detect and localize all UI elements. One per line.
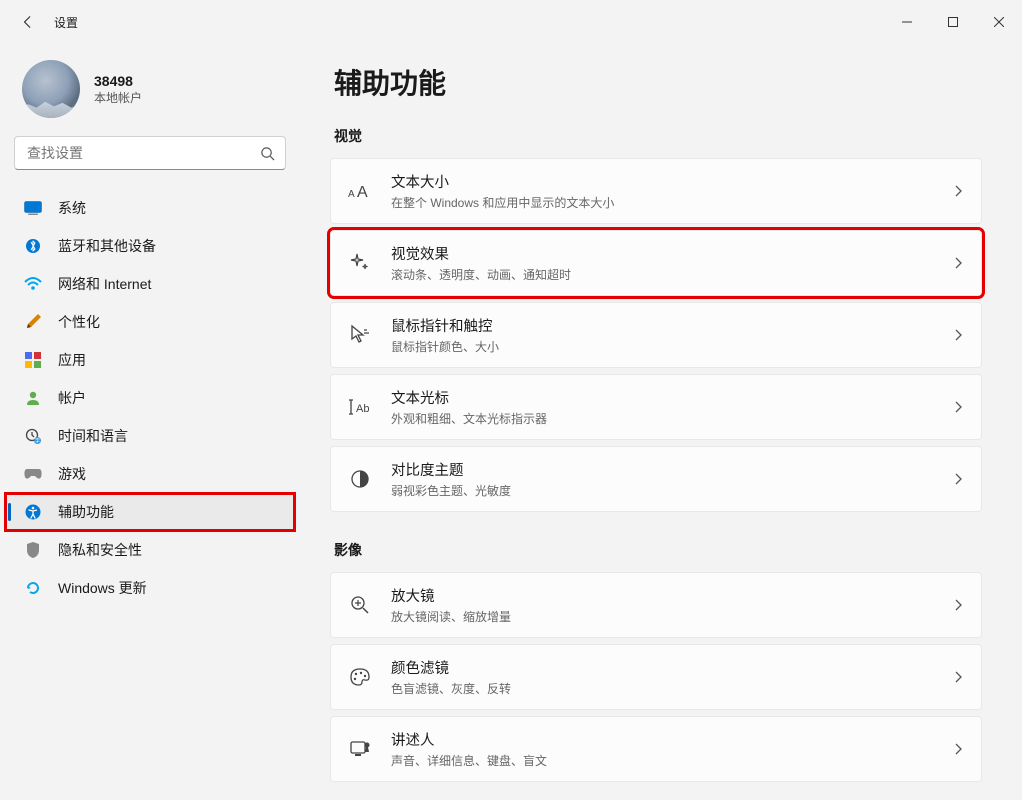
- update-icon: [24, 579, 42, 597]
- svg-text:A: A: [357, 184, 368, 200]
- shield-icon: [24, 541, 42, 559]
- chevron-right-icon: [953, 184, 963, 198]
- card-title: 讲述人: [391, 729, 953, 750]
- sidebar-item-network[interactable]: 网络和 Internet: [6, 266, 294, 302]
- card-desc: 放大镜阅读、缩放增量: [391, 608, 953, 625]
- card-desc: 鼠标指针颜色、大小: [391, 338, 953, 355]
- magnifier-icon: [343, 594, 377, 616]
- chevron-right-icon: [953, 742, 963, 756]
- sidebar-item-label: 游戏: [58, 464, 86, 484]
- search-box[interactable]: [14, 136, 286, 170]
- sidebar-item-time-language[interactable]: 字 时间和语言: [6, 418, 294, 454]
- card-color-filters[interactable]: 颜色滤镜 色盲滤镜、灰度、反转: [330, 644, 982, 710]
- sidebar-item-label: 辅助功能: [58, 502, 114, 522]
- sidebar-item-label: 隐私和安全性: [58, 540, 142, 560]
- titlebar: 设置: [0, 0, 1022, 44]
- system-icon: [24, 199, 42, 217]
- bluetooth-icon: [24, 237, 42, 255]
- sidebar-item-label: 网络和 Internet: [58, 274, 151, 294]
- sidebar-item-bluetooth[interactable]: 蓝牙和其他设备: [6, 228, 294, 264]
- card-title: 文本光标: [391, 387, 953, 408]
- text-size-icon: AA: [343, 182, 377, 200]
- content: 辅助功能 视觉 AA 文本大小 在整个 Windows 和应用中显示的文本大小 …: [300, 44, 1022, 800]
- sidebar-item-label: 个性化: [58, 312, 100, 332]
- avatar: [22, 60, 80, 118]
- contrast-icon: [343, 469, 377, 489]
- close-button[interactable]: [976, 7, 1022, 37]
- cursor-icon: [343, 324, 377, 346]
- page-title: 辅助功能: [334, 62, 982, 102]
- svg-text:字: 字: [34, 437, 39, 444]
- sidebar-item-accessibility[interactable]: 辅助功能: [6, 494, 294, 530]
- section-title-vision: 视觉: [334, 126, 982, 146]
- sidebar-item-update[interactable]: Windows 更新: [6, 570, 294, 606]
- user-type: 本地帐户: [94, 89, 142, 106]
- sidebar-item-label: 蓝牙和其他设备: [58, 236, 156, 256]
- card-visual-effects[interactable]: 视觉效果 滚动条、透明度、动画、通知超时: [330, 230, 982, 296]
- user-name: 38498: [94, 73, 142, 89]
- card-title: 文本大小: [391, 171, 953, 192]
- card-magnifier[interactable]: 放大镜 放大镜阅读、缩放增量: [330, 572, 982, 638]
- card-title: 对比度主题: [391, 459, 953, 480]
- chevron-right-icon: [953, 328, 963, 342]
- apps-icon: [24, 351, 42, 369]
- search-icon: [260, 146, 275, 161]
- wifi-icon: [24, 275, 42, 293]
- accessibility-icon: [24, 503, 42, 521]
- svg-text:Ab: Ab: [356, 403, 369, 415]
- sidebar-item-apps[interactable]: 应用: [6, 342, 294, 378]
- card-mouse-pointer[interactable]: 鼠标指针和触控 鼠标指针颜色、大小: [330, 302, 982, 368]
- sidebar-item-gaming[interactable]: 游戏: [6, 456, 294, 492]
- card-title: 放大镜: [391, 585, 953, 606]
- chevron-right-icon: [953, 400, 963, 414]
- sidebar-item-personalization[interactable]: 个性化: [6, 304, 294, 340]
- sparkle-icon: [343, 252, 377, 274]
- chevron-right-icon: [953, 670, 963, 684]
- card-desc: 色盲滤镜、灰度、反转: [391, 680, 953, 697]
- person-icon: [24, 389, 42, 407]
- minimize-button[interactable]: [884, 7, 930, 37]
- sidebar: 38498 本地帐户 系统 蓝牙: [0, 44, 300, 800]
- card-desc: 弱视彩色主题、光敏度: [391, 482, 953, 499]
- sidebar-item-label: Windows 更新: [58, 578, 147, 598]
- user-panel[interactable]: 38498 本地帐户: [0, 54, 300, 130]
- sidebar-item-privacy[interactable]: 隐私和安全性: [6, 532, 294, 568]
- narrator-icon: [343, 739, 377, 759]
- card-desc: 在整个 Windows 和应用中显示的文本大小: [391, 194, 953, 211]
- card-text-size[interactable]: AA 文本大小 在整个 Windows 和应用中显示的文本大小: [330, 158, 982, 224]
- card-text-cursor[interactable]: Ab 文本光标 外观和粗细、文本光标指示器: [330, 374, 982, 440]
- chevron-right-icon: [953, 472, 963, 486]
- sidebar-item-system[interactable]: 系统: [6, 190, 294, 226]
- card-desc: 声音、详细信息、键盘、盲文: [391, 752, 953, 769]
- sidebar-item-label: 帐户: [58, 388, 86, 408]
- card-desc: 滚动条、透明度、动画、通知超时: [391, 266, 953, 283]
- app-title: 设置: [54, 14, 78, 31]
- card-title: 视觉效果: [391, 243, 953, 264]
- sidebar-item-label: 应用: [58, 350, 86, 370]
- nav-list: 系统 蓝牙和其他设备 网络和 Internet 个性化: [0, 184, 300, 612]
- sidebar-item-label: 时间和语言: [58, 426, 128, 446]
- palette-icon: [343, 667, 377, 687]
- maximize-button[interactable]: [930, 7, 976, 37]
- chevron-right-icon: [953, 598, 963, 612]
- card-contrast[interactable]: 对比度主题 弱视彩色主题、光敏度: [330, 446, 982, 512]
- sidebar-item-label: 系统: [58, 198, 86, 218]
- window-controls: [884, 7, 1022, 37]
- section-title-image: 影像: [334, 540, 982, 560]
- back-button[interactable]: [18, 12, 38, 32]
- text-cursor-icon: Ab: [343, 398, 377, 416]
- card-narrator[interactable]: 讲述人 声音、详细信息、键盘、盲文: [330, 716, 982, 782]
- brush-icon: [24, 313, 42, 331]
- gamepad-icon: [24, 465, 42, 483]
- card-title: 颜色滤镜: [391, 657, 953, 678]
- svg-text:A: A: [348, 189, 355, 200]
- card-title: 鼠标指针和触控: [391, 315, 953, 336]
- chevron-right-icon: [953, 256, 963, 270]
- sidebar-item-accounts[interactable]: 帐户: [6, 380, 294, 416]
- search-input[interactable]: [27, 145, 260, 161]
- card-desc: 外观和粗细、文本光标指示器: [391, 410, 953, 427]
- clock-language-icon: 字: [24, 427, 42, 445]
